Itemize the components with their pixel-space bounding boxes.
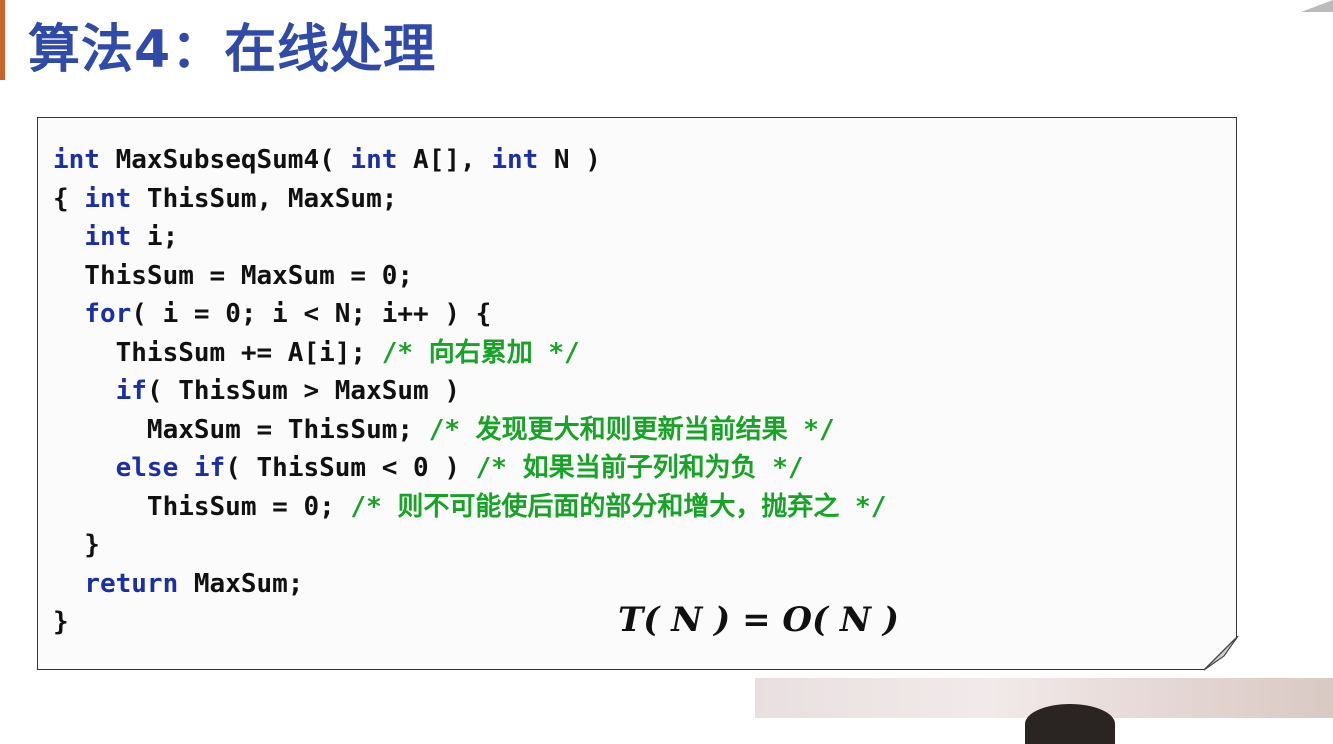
code-text: MaxSum; <box>178 568 304 599</box>
code-text: ThisSum += A[i]; <box>53 337 382 368</box>
corner-decoration <box>1301 0 1333 12</box>
code-line: if( ThisSum > MaxSum ) <box>53 372 886 411</box>
code-text: MaxSubseqSum4( <box>99 145 351 175</box>
code-text: { <box>53 183 85 214</box>
code-text: A[], <box>397 145 492 175</box>
code-text: } <box>53 607 69 637</box>
code-line: ThisSum = 0; /* 则不可能使后面的部分和增大，抛弃之 */ <box>53 488 886 527</box>
slide-title: 算法4：在线处理 <box>28 20 437 80</box>
code-text: ( ThisSum > MaxSum ) <box>146 376 461 406</box>
code-line: else if( ThisSum < 0 ) /* 如果当前子列和为负 */ <box>53 449 886 488</box>
code-line: { int ThisSum, MaxSum; <box>53 180 886 219</box>
code-line: int MaxSubseqSum4( int A[], int N ) <box>53 141 886 180</box>
code-keyword: int <box>350 145 398 175</box>
code-keyword: else if <box>115 453 226 483</box>
code-line: ThisSum += A[i]; /* 向右累加 */ <box>53 334 886 373</box>
code-text: ( ThisSum < 0 ) <box>225 453 476 483</box>
code-text: ThisSum = MaxSum = 0; <box>53 260 414 291</box>
code-keyword: int <box>84 183 132 214</box>
code-keyword: return <box>84 568 179 599</box>
code-text: ( i = 0; i < N; i++ ) { <box>131 299 492 329</box>
code-line: MaxSum = ThisSum; /* 发现更大和则更新当前结果 */ <box>53 411 886 450</box>
page-curl-decoration <box>1204 636 1239 671</box>
code-comment: /* 则不可能使后面的部分和增大，抛弃之 */ <box>350 491 887 522</box>
slide-accent-bar <box>0 0 5 80</box>
code-comment: /* 向右累加 */ <box>381 337 580 368</box>
presenter-video-head <box>1025 704 1115 744</box>
code-line: ThisSum = MaxSum = 0; <box>53 257 886 296</box>
code-keyword: int <box>84 222 132 252</box>
code-line: } <box>53 526 886 565</box>
complexity-formula: T( N ) = O( N ) <box>618 600 899 640</box>
code-keyword: if <box>115 376 147 406</box>
code-comment: /* 如果当前子列和为负 */ <box>475 453 804 483</box>
code-text: MaxSum = ThisSum; <box>53 414 429 445</box>
code-text: ThisSum, MaxSum; <box>131 183 398 214</box>
code-line: int i; <box>53 218 886 257</box>
code-text: ThisSum = 0; <box>53 491 351 522</box>
code-comment: /* 发现更大和则更新当前结果 */ <box>428 414 835 445</box>
code-text: } <box>53 530 100 560</box>
code-keyword: int <box>53 145 100 175</box>
code-keyword: for <box>84 299 132 329</box>
code-text: N ) <box>538 145 601 175</box>
code-line: for( i = 0; i < N; i++ ) { <box>53 295 886 334</box>
code-keyword: int <box>491 145 539 175</box>
code-block: int MaxSubseqSum4( int A[], int N ){ int… <box>53 141 886 642</box>
code-text: i; <box>131 222 179 252</box>
